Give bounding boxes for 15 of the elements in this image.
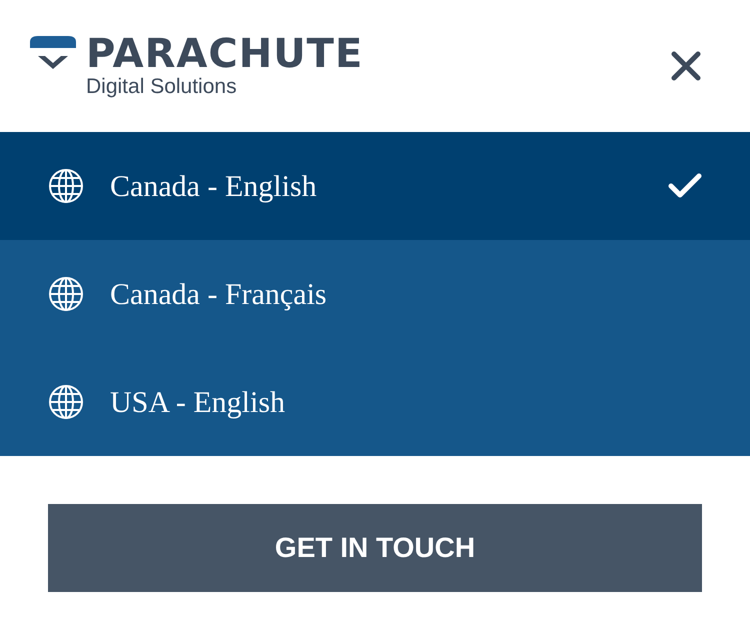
language-label: USA - English (110, 384, 286, 420)
language-option[interactable]: USA - English (0, 348, 750, 456)
globe-icon (48, 276, 84, 312)
check-icon (668, 173, 702, 199)
get-in-touch-button[interactable]: GET IN TOUCH (48, 504, 702, 592)
language-label: Canada - Français (110, 276, 328, 312)
globe-icon (48, 168, 84, 204)
language-option[interactable]: Canada - English (0, 132, 750, 240)
language-option[interactable]: Canada - Français (0, 240, 750, 348)
brand-tagline: Digital Solutions (86, 76, 238, 98)
brand-name: PARACHUTE (86, 34, 364, 74)
globe-icon (48, 384, 84, 420)
close-button[interactable] (670, 50, 702, 82)
close-icon (670, 50, 702, 82)
language-label: Canada - English (110, 168, 318, 204)
